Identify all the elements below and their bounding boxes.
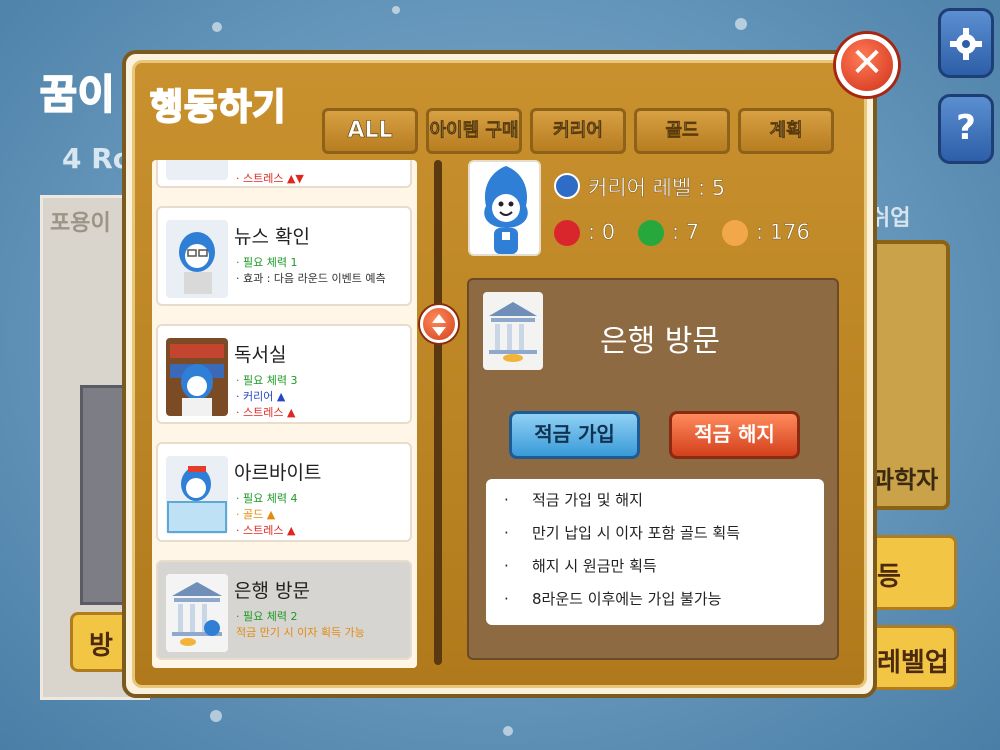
close-icon: ✕ [850,40,884,86]
description-item: · 만기 납입 시 이자 포함 골드 획득 [504,522,824,555]
description-box: · 적금 가입 및 해지 · 만기 납입 시 이자 포함 골드 획득 · 해지 시 원… [486,479,824,625]
background-room-label: 포용이 [50,211,111,236]
bullet: · [504,557,509,575]
settings-button[interactable] [938,8,994,78]
action-title: 아르바이트 [234,462,322,484]
gold-coin-icon [722,220,748,246]
career-medal-icon [554,173,580,199]
detail-title: 은행 방문 [600,324,720,359]
news-character-thumbnail [166,220,228,298]
stamina-value: : 7 [672,220,700,244]
savings-join-button[interactable]: 적금 가입 [509,411,640,459]
description-text: 8라운드 이후에는 가입 불가능 [532,590,722,608]
category-tabs: ALL 아이템 구매 커리어 골드 계획 [322,108,834,154]
character-icon [179,232,215,294]
tab-career[interactable]: 커리어 [530,108,626,154]
close-button[interactable]: ✕ [836,34,898,96]
action-stamina-line: · 필요 체력 3 [236,374,298,387]
action-effect-line: · 효과 : 다음 라운드 이벤트 예측 [236,272,386,285]
career-level-label: 커리어 레벨 : 5 [588,176,726,200]
action-gold-line: · 골드 ▲ [236,508,276,521]
background-job-label: 과학자 [872,466,939,494]
action-card[interactable]: · 스트레스 ▲▼ [156,160,412,188]
description-text: 만기 납입 시 이자 포함 골드 획득 [532,524,741,542]
action-card-news[interactable]: 뉴스 확인 · 필요 체력 1 · 효과 : 다음 라운드 이벤트 예측 [156,206,412,306]
description-item: · 8라운드 이후에는 가입 불가능 [504,588,824,621]
action-stress-line: · 스트레스 ▲ [236,524,296,537]
up-down-arrow-icon [432,314,446,336]
character-icon [484,166,528,254]
action-stress-line: · 스트레스 ▲▼ [236,172,304,185]
bank-thumbnail [166,574,228,652]
tab-gold[interactable]: 골드 [634,108,730,154]
player-avatar [468,160,541,256]
savings-cancel-button[interactable]: 적금 해지 [669,411,800,459]
character-icon [167,466,227,533]
description-item: · 해지 시 원금만 획득 [504,555,824,588]
tab-item-purchase[interactable]: 아이템 구매 [426,108,522,154]
stress-value: : 0 [588,220,616,244]
character-icon [166,338,228,416]
action-card-part-time-job[interactable]: 아르바이트 · 필요 체력 4 · 골드 ▲ · 스트레스 ▲ [156,442,412,542]
list-scrollbar-track[interactable] [434,160,442,665]
tab-plan[interactable]: 계획 [738,108,834,154]
action-career-line: · 커리어 ▲ [236,390,286,403]
bullet: · [504,590,509,608]
description-text: 해지 시 원금만 획득 [532,557,657,575]
gold-value: : 176 [756,220,810,244]
part-time-thumbnail [166,456,228,534]
action-stamina-line: · 필요 체력 2 [236,610,298,623]
snow-particle [503,726,513,736]
snow-particle [392,6,400,14]
tab-all[interactable]: ALL [322,108,418,154]
action-title: 독서실 [234,344,287,366]
action-list[interactable]: · 스트레스 ▲▼ 뉴스 확인 · 필요 체력 1 · 효과 : 다음 라운드 … [152,160,417,668]
action-effect-line: 적금 만기 시 이자 획득 가능 [236,626,365,639]
action-stamina-line: · 필요 체력 4 [236,492,298,505]
background-game-title: 꿈이 [39,71,116,119]
bullet: · [504,491,509,509]
bullet: · [504,524,509,542]
action-stress-line: · 스트레스 ▲ [236,406,296,419]
background-room-button[interactable]: 방 [70,612,130,672]
action-title: 뉴스 확인 [234,226,310,248]
help-button[interactable]: ? [938,94,994,164]
action-stamina-line: · 필요 체력 1 [236,256,298,269]
description-text: 적금 가입 및 해지 [532,491,643,509]
detail-bank-thumbnail [483,292,543,370]
help-icon: ? [956,108,976,148]
bank-icon [489,302,537,362]
stamina-arm-icon [638,220,664,246]
stress-brain-icon [554,220,580,246]
background-bookshelf [80,385,125,605]
bank-icon [166,574,228,652]
snow-particle [735,18,747,30]
study-room-thumbnail [166,338,228,416]
scroll-handle[interactable] [420,305,458,343]
action-thumbnail [166,160,228,180]
description-item: · 적금 가입 및 해지 [504,489,824,522]
snow-particle [212,22,222,32]
dialog-title: 행동하기 [149,86,287,129]
action-card-study-room[interactable]: 독서실 · 필요 체력 3 · 커리어 ▲ · 스트레스 ▲ [156,324,412,424]
snow-particle [210,710,222,722]
action-card-bank-visit[interactable]: 은행 방문 · 필요 체력 2 적금 만기 시 이자 획득 가능 [156,560,412,660]
gear-icon [950,28,982,60]
action-title: 은행 방문 [234,580,310,602]
